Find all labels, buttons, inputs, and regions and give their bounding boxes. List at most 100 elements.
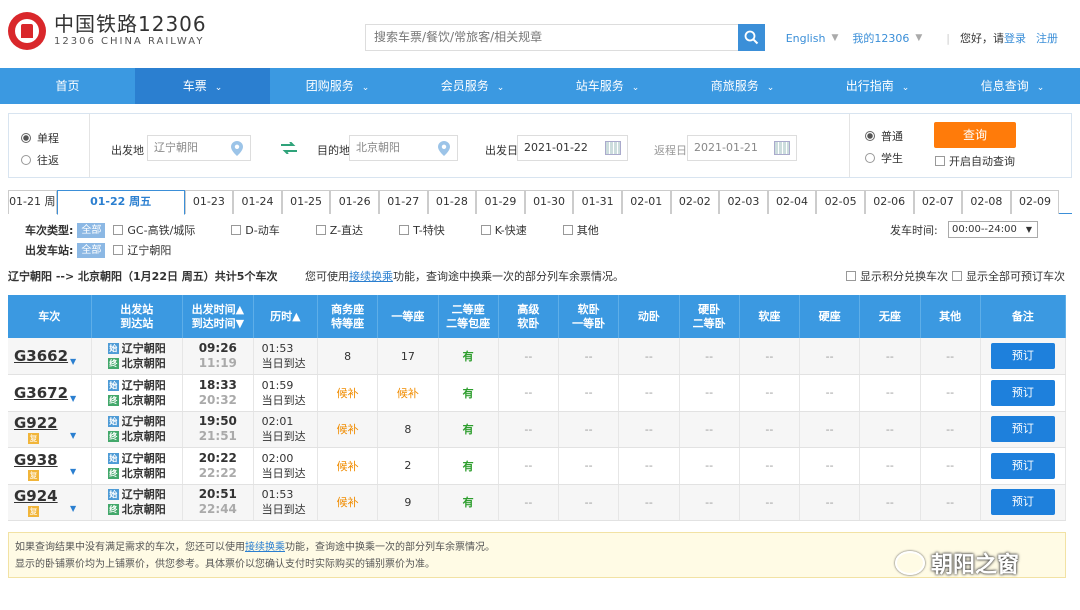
date-tab[interactable]: 02-05 (816, 190, 865, 214)
book-button[interactable]: 预订 (990, 489, 1055, 516)
date-tab[interactable]: 01-26 (330, 190, 379, 214)
return-date-input[interactable]: 2021-01-21 (687, 135, 797, 161)
location-pin-icon (231, 141, 243, 156)
seat-availability: 8 (344, 349, 352, 363)
table-row: G938 ▼ 复始辽宁朝阳终北京朝阳 20:22 22:22 02:00 当日到达 候补 2 有 -… (8, 447, 1067, 485)
nav-label: 站车服务 (575, 79, 624, 93)
all-bookable-checkbox[interactable]: 显示全部可预订车次 (952, 268, 1065, 284)
brand-logo[interactable]: 中国铁路12306 12306 CHINA RAILWAY (8, 12, 207, 50)
student-ticket-radio[interactable]: 学生 (865, 150, 903, 166)
date-tab-selected[interactable]: 01-22 周五 (56, 190, 185, 215)
from-station-input[interactable]: 辽宁朝阳 (147, 135, 251, 161)
seat-availability-cell: -- (618, 484, 680, 521)
date-tab[interactable]: 01-24 (233, 190, 282, 214)
transfer-link[interactable]: 接续换乘 (349, 270, 393, 283)
expand-stops-icon[interactable]: ▼ (70, 467, 76, 476)
train-number-link[interactable]: G924 (14, 487, 58, 505)
train-number-link[interactable]: G922 (14, 414, 58, 432)
nav-member[interactable]: 会员服务 ⌄ (405, 68, 540, 104)
nav-guide[interactable]: 出行指南 ⌄ (810, 68, 945, 104)
station-checkbox[interactable]: 辽宁朝阳 (113, 242, 171, 258)
filter-all-button[interactable]: 全部 (77, 222, 106, 238)
seat-availability-cell: -- (558, 447, 620, 485)
tip-text: 功能，查询途中换乘一次的部分列车余票情况。 (392, 270, 624, 283)
filter-gc[interactable]: GC-高铁/城际 (113, 222, 195, 238)
filter-z[interactable]: Z-直达 (315, 222, 363, 238)
column-header-line: 到达时间▼ (191, 316, 245, 330)
date-tab[interactable]: 01-30 (524, 190, 574, 214)
station-all-button[interactable]: 全部 (77, 242, 106, 258)
one-way-radio[interactable]: 单程 (21, 130, 59, 146)
seat-unavailable: -- (885, 386, 894, 400)
normal-ticket-radio[interactable]: 普通 (865, 128, 903, 144)
login-link[interactable]: 登录 (1004, 30, 1026, 46)
train-number-link[interactable]: G3672 (14, 384, 68, 402)
nav-home[interactable]: 首页 (0, 68, 135, 104)
site-search-input[interactable]: 搜索车票/餐饮/常旅客/相关规章 (365, 24, 738, 51)
nav-business[interactable]: 商旅服务 ⌄ (675, 68, 810, 104)
station-name: 北京朝阳 (121, 357, 166, 370)
search-button[interactable] (738, 24, 765, 51)
expand-stops-icon[interactable]: ▼ (70, 504, 76, 513)
column-header[interactable]: 历时▲ (253, 295, 319, 338)
seat-unavailable: -- (584, 349, 593, 363)
train-number-link[interactable]: G938 (14, 451, 58, 469)
station-badge-icon: 终 (107, 394, 119, 406)
my12306-menu[interactable]: 我的12306 (852, 30, 909, 46)
expand-stops-icon[interactable]: ▼ (70, 394, 76, 403)
date-tab[interactable]: 02-07 (913, 190, 963, 214)
date-tab[interactable]: 02-04 (767, 190, 817, 214)
date-tab[interactable]: 02-09 (1010, 190, 1060, 214)
seat-availability-cell: 有 (438, 374, 499, 412)
date-tab[interactable]: 01-29 (476, 190, 525, 214)
date-tab[interactable]: 02-08 (962, 190, 1011, 214)
train-number-link[interactable]: G3662 (14, 347, 68, 365)
filter-t[interactable]: T-特快 (399, 222, 445, 238)
date-tab[interactable]: 01-23 (184, 190, 234, 214)
register-link[interactable]: 注册 (1036, 30, 1058, 46)
book-button[interactable]: 预订 (990, 452, 1055, 479)
nav-tickets[interactable]: 车票 ⌄ (135, 68, 270, 104)
date-tab[interactable]: 01-31 (573, 190, 622, 214)
date-tab[interactable]: 01-28 (427, 190, 477, 214)
round-trip-radio[interactable]: 往返 (21, 152, 59, 168)
chevron-down-icon: ⌄ (361, 83, 370, 93)
table-header-row: 车次 出发站 到达站 出发时间▲ 到达时间▼ 历时▲ 商务座 特等座 一等座 二等座 二等包座 高级软… (8, 295, 1067, 338)
nav-station[interactable]: 站车服务 ⌄ (540, 68, 675, 104)
seat-unavailable: -- (765, 459, 774, 473)
station-row: 始辽宁朝阳 (92, 341, 182, 356)
seat-unavailable: -- (765, 495, 774, 509)
filter-k[interactable]: K-快速 (480, 222, 527, 238)
date-tab[interactable]: 02-06 (864, 190, 914, 214)
book-button[interactable]: 预订 (990, 416, 1055, 443)
filter-other[interactable]: 其他 (562, 222, 599, 238)
departure-time-select[interactable]: 00:00--24:00 ▼ (948, 221, 1038, 238)
date-tab[interactable]: 02-03 (719, 190, 768, 214)
column-header[interactable]: 出发时间▲ 到达时间▼ (182, 295, 254, 338)
date-tab[interactable]: 01-27 (378, 190, 428, 214)
seat-availability-cell: 候补 (317, 411, 379, 448)
seat-unavailable: -- (584, 495, 593, 509)
nav-group[interactable]: 团购服务 ⌄ (270, 68, 405, 104)
depart-date-input[interactable]: 2021-01-22 (517, 135, 628, 161)
departure-time: 20:51 (198, 487, 237, 502)
notice-transfer-link[interactable]: 接续换乘 (245, 542, 285, 553)
filter-d[interactable]: D-动车 (231, 222, 280, 238)
book-button[interactable]: 预订 (990, 343, 1055, 369)
book-button[interactable]: 预订 (990, 379, 1055, 406)
nav-info[interactable]: 信息查询 ⌄ (945, 68, 1080, 104)
auto-query-checkbox[interactable]: 开启自动查询 (935, 153, 1015, 169)
expand-stops-icon[interactable]: ▼ (70, 357, 76, 366)
departure-time-row: 20:22 (183, 451, 253, 466)
points-trains-checkbox[interactable]: 显示积分兑换车次 (846, 268, 948, 284)
language-switch[interactable]: English (786, 32, 826, 45)
date-tab[interactable]: 01-21 周 (8, 190, 57, 214)
date-tab[interactable]: 02-01 (621, 190, 671, 214)
swap-stations-icon[interactable] (281, 142, 297, 154)
to-station-input[interactable]: 北京朝阳 (349, 135, 458, 161)
date-tab[interactable]: 02-02 (670, 190, 720, 214)
date-tab[interactable]: 01-25 (281, 190, 331, 214)
duration-row: 01:53 (262, 341, 317, 356)
expand-stops-icon[interactable]: ▼ (70, 431, 76, 440)
query-button[interactable]: 查询 (934, 122, 1016, 148)
